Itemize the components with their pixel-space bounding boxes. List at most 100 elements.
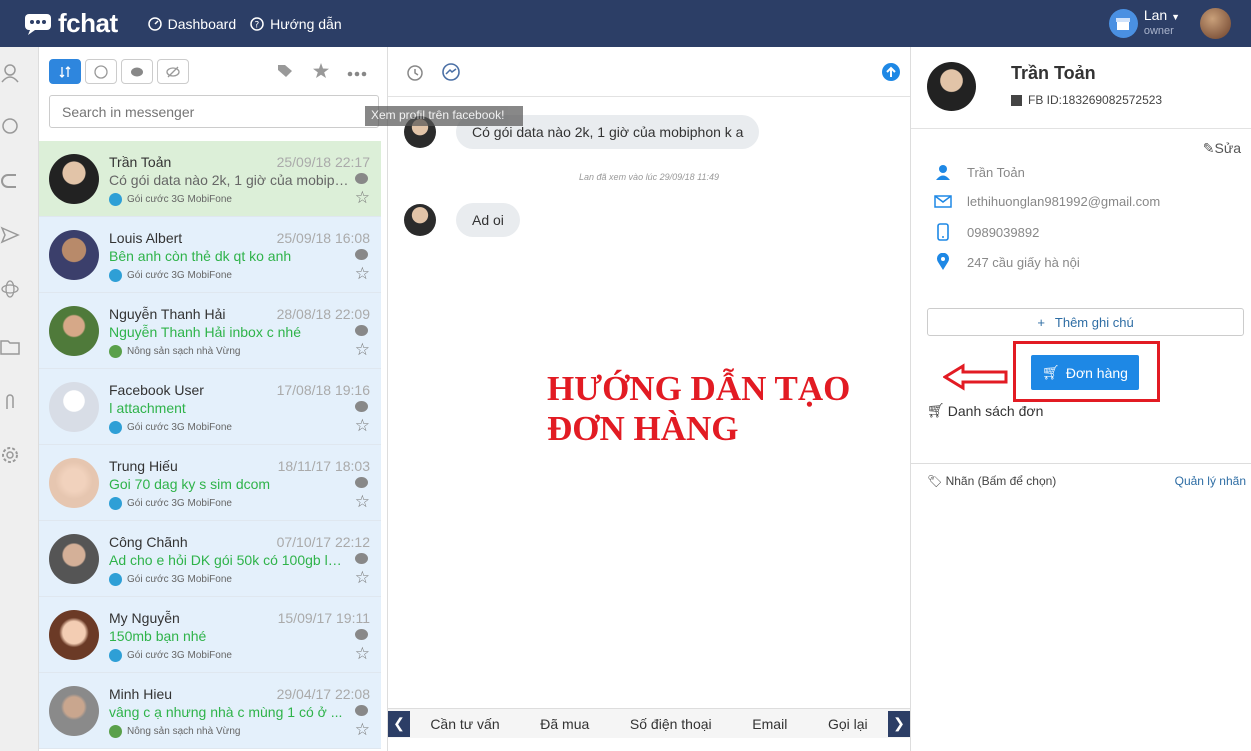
- avatar[interactable]: [1200, 8, 1231, 39]
- conversation-item[interactable]: Trung Hiếu 18/11/17 18:03 Goi 70 dag ky …: [39, 445, 381, 521]
- conversation-date: 07/10/17 22:12: [276, 534, 370, 550]
- conversation-list: Trần Toản 25/09/18 22:17 Có gói data nào…: [39, 141, 381, 749]
- filter-toolbar: [49, 59, 193, 84]
- labels-select[interactable]: 🏷︎ Nhãn (Bấm để chọn): [927, 474, 1056, 488]
- manage-labels-link[interactable]: Quản lý nhãn: [1175, 474, 1246, 488]
- conversation-date: 28/08/18 22:09: [276, 306, 370, 322]
- atom-icon[interactable]: [0, 279, 20, 299]
- chevron-left-icon[interactable]: ❮: [388, 710, 410, 737]
- chevron-right-icon[interactable]: ❯: [888, 710, 910, 737]
- avatar: [49, 154, 99, 204]
- facebook-id: FB ID:183269082572523: [1011, 93, 1162, 107]
- order-list-label: Danh sách đơn: [947, 402, 1044, 419]
- quick-reply[interactable]: Cần tư vấn: [430, 716, 499, 732]
- conversation-item[interactable]: Trần Toản 25/09/18 22:17 Có gói data nào…: [39, 141, 381, 217]
- quick-reply[interactable]: Gọi lại: [828, 716, 868, 732]
- star-icon[interactable]: ☆: [355, 568, 370, 588]
- page-logo-icon: [109, 649, 122, 662]
- conversation-name: My Nguyễn: [109, 610, 180, 626]
- info-phone-value: 0989039892: [967, 224, 1040, 240]
- paperclip-icon[interactable]: [0, 393, 20, 413]
- message-row: Ad oi: [404, 203, 520, 237]
- search-input[interactable]: [49, 95, 379, 128]
- fchat-logo[interactable]: fchat: [24, 8, 118, 39]
- star-icon[interactable]: ☆: [355, 340, 370, 360]
- customer-profile-panel: Trần Toản FB ID:183269082572523 ✎Sửa Trầ…: [910, 47, 1251, 751]
- user-icon[interactable]: [0, 63, 20, 83]
- envelope-icon: [933, 195, 953, 208]
- shopping-cart-icon: 🛒︎: [927, 402, 945, 418]
- messenger-filter-button[interactable]: [85, 59, 117, 84]
- conversation-name: Công Chãnh: [109, 534, 188, 550]
- star-icon[interactable]: ☆: [355, 188, 370, 208]
- conversation-item[interactable]: My Nguyễn 15/09/17 19:11 150mb bạn nhé G…: [39, 597, 381, 673]
- user-menu[interactable]: Lan ▼ owner: [1108, 7, 1231, 39]
- alarm-clock-icon[interactable]: [406, 63, 424, 84]
- folder-icon[interactable]: [0, 337, 20, 357]
- chat-header: [388, 47, 910, 97]
- star-icon[interactable]: ☆: [355, 264, 370, 284]
- page-label: Gói cước 3G MobiFone: [127, 422, 232, 433]
- info-email: lethihuonglan981992@gmail.com: [933, 194, 1160, 209]
- page-label: Gói cước 3G MobiFone: [127, 650, 232, 661]
- magnet-icon[interactable]: [0, 171, 20, 191]
- quick-reply[interactable]: Đã mua: [540, 716, 589, 732]
- info-email-value: lethihuonglan981992@gmail.com: [967, 194, 1161, 209]
- more-icon[interactable]: [347, 65, 367, 80]
- conversation-item[interactable]: Công Chãnh 07/10/17 22:12 Ad cho e hỏi D…: [39, 521, 381, 597]
- avatar: [404, 204, 436, 236]
- nav-dashboard[interactable]: Dashboard: [147, 15, 237, 32]
- page-name: Gói cước 3G MobiFone: [109, 649, 232, 662]
- scroll-up-icon[interactable]: [882, 63, 900, 84]
- conversation-item[interactable]: Facebook User 17/08/18 19:16 ǀ attachmen…: [39, 369, 381, 445]
- conversation-name: Nguyễn Thanh Hải: [109, 306, 226, 322]
- conversation-item[interactable]: Nguyễn Thanh Hải 28/08/18 22:09 Nguyễn T…: [39, 293, 381, 369]
- edit-button[interactable]: ✎Sửa: [1203, 140, 1241, 157]
- order-button[interactable]: 🛒︎ Đơn hàng: [1031, 355, 1139, 390]
- page-label: Nông sản sạch nhà Vừng: [127, 726, 241, 737]
- avatar[interactable]: [927, 62, 976, 111]
- star-icon[interactable]: ☆: [355, 416, 370, 436]
- info-name: Trần Toản: [933, 164, 1025, 180]
- hidden-filter-button[interactable]: [157, 59, 189, 84]
- page-name: Gói cước 3G MobiFone: [109, 269, 232, 282]
- conversation-panel: Trần Toản 25/09/18 22:17 Có gói data nào…: [39, 47, 388, 751]
- star-icon[interactable]: ☆: [355, 492, 370, 512]
- comment-icon: [355, 401, 368, 412]
- page-label: Gói cước 3G MobiFone: [127, 270, 232, 281]
- tags-icon[interactable]: [277, 64, 295, 81]
- chat-icon[interactable]: [0, 117, 20, 137]
- sort-button[interactable]: [49, 59, 81, 84]
- quick-reply[interactable]: Email: [752, 716, 787, 732]
- quick-reply[interactable]: Số điện thoại: [630, 716, 712, 732]
- conversation-date: 18/11/17 18:03: [277, 458, 370, 474]
- page-logo-icon: [109, 269, 122, 282]
- star-icon[interactable]: ☆: [355, 720, 370, 740]
- conversation-name: Trung Hiếu: [109, 458, 178, 474]
- messenger-icon: [94, 64, 108, 79]
- star-icon[interactable]: ☆: [355, 644, 370, 664]
- conversation-item[interactable]: Minh Hieu 29/04/17 22:08 vâng c ạ nhưng …: [39, 673, 381, 749]
- user-icon: [933, 164, 953, 180]
- settings-icon[interactable]: [0, 445, 20, 465]
- avatar: [49, 686, 99, 736]
- conversation-name: Louis Albert: [109, 230, 183, 246]
- comment-icon: [355, 705, 368, 716]
- plus-icon: +: [1037, 314, 1045, 330]
- page-logo-icon: [109, 193, 122, 206]
- user-name: Lan: [1143, 7, 1168, 23]
- star-icon[interactable]: [313, 63, 329, 81]
- page-label: Gói cước 3G MobiFone: [127, 574, 232, 585]
- nav-help[interactable]: ? Hướng dẫn: [250, 16, 342, 32]
- add-note-button[interactable]: + Thêm ghi chú: [927, 308, 1244, 336]
- avatar: [49, 534, 99, 584]
- messenger-icon[interactable]: [442, 63, 460, 84]
- order-button-label: Đơn hàng: [1065, 364, 1128, 381]
- conversation-item[interactable]: Louis Albert 25/09/18 16:08 Bên anh còn …: [39, 217, 381, 293]
- nav-dashboard-label: Dashboard: [167, 15, 237, 32]
- comment-filter-button[interactable]: [121, 59, 153, 84]
- mobile-icon: [933, 223, 953, 241]
- order-list[interactable]: 🛒︎ Danh sách đơn: [927, 402, 1043, 419]
- conversation-preview: vâng c ạ nhưng nhà c mùng 1 có ở ...: [109, 704, 343, 720]
- send-icon[interactable]: [0, 225, 20, 245]
